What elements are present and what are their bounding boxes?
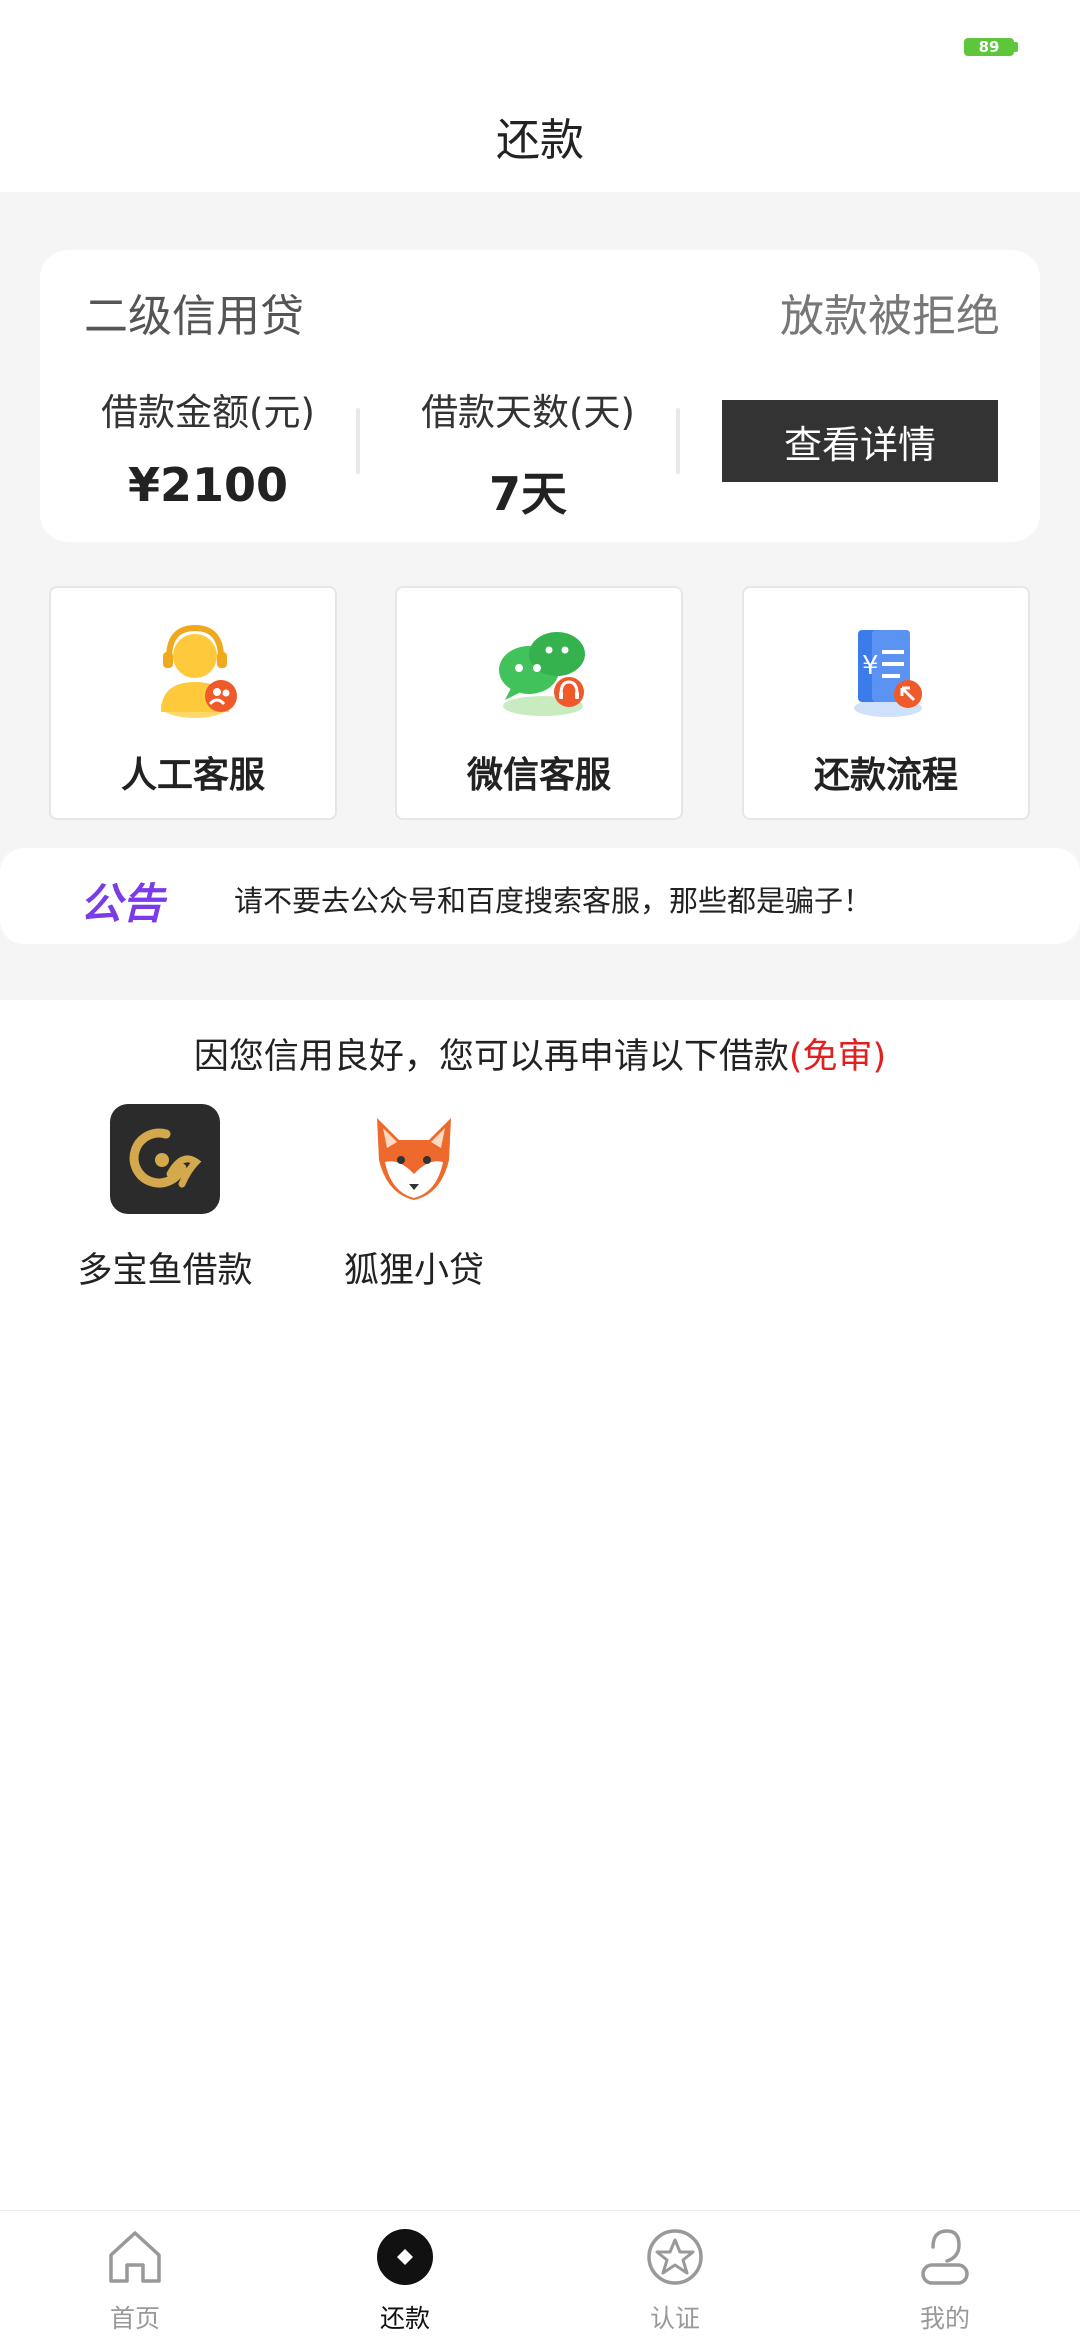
recommend-title-text: 因您信用良好，您可以再申请以下借款 [193, 1037, 789, 1077]
stat-divider [676, 408, 680, 474]
notice-badge: 公告 [80, 879, 165, 928]
notice-text: 请不要去公众号和百度搜索客服，那些都是骗子！ [234, 884, 873, 918]
battery-level: 89 [978, 38, 1000, 56]
service-tile-wechat-support[interactable]: 微信客服 [395, 586, 683, 820]
repayment-document-icon: ¥ [854, 630, 922, 717]
nav-item-home[interactable]: 首页 [0, 2211, 270, 2340]
view-details-button[interactable]: 查看详情 [722, 400, 998, 482]
loan-status: 放款被拒绝 [780, 291, 1000, 342]
service-tile-repayment-process[interactable]: ¥ 还款流程 [742, 586, 1030, 820]
loan-amount: 借款金额(元) ¥2100 [78, 382, 338, 512]
repay-icon [377, 2229, 433, 2285]
duobaoyu-logo-icon [110, 1104, 220, 1214]
service-label: 微信客服 [466, 755, 611, 796]
battery-icon: 89 [964, 38, 1014, 56]
nav-item-verify[interactable]: 认证 [540, 2211, 810, 2340]
recommend-title-highlight: (免审) [788, 1037, 887, 1077]
app-name: 狐狸小贷 [343, 1251, 484, 1291]
page-title: 还款 [496, 115, 584, 166]
loan-product-name: 二级信用贷 [84, 291, 304, 342]
nav-item-mine[interactable]: 我的 [810, 2211, 1080, 2340]
service-tile-human-support[interactable]: 人工客服 [49, 586, 337, 820]
nav-label: 首页 [109, 2304, 160, 2333]
loan-days: 借款天数(天) 7天 [398, 382, 658, 524]
wechat-icon [499, 632, 585, 716]
svg-text:¥: ¥ [862, 651, 879, 681]
badge-star-icon [647, 2229, 703, 2285]
loan-days-label: 借款天数(天) [421, 391, 635, 434]
bottom-nav: 首页 还款 认证 我的 [0, 2210, 1080, 2340]
fox-logo-icon [377, 1118, 451, 1200]
user-icon [921, 2229, 969, 2285]
battery-cap [1014, 42, 1018, 52]
recommend-app-duobaoyu[interactable]: 多宝鱼借款 [55, 1104, 275, 1293]
home-icon [109, 2231, 161, 2283]
app-name: 多宝鱼借款 [77, 1251, 253, 1291]
loan-amount-value: ¥2100 [127, 458, 289, 512]
nav-label: 我的 [919, 2304, 970, 2333]
nav-label: 还款 [379, 2304, 430, 2333]
agent-headset-icon [161, 624, 237, 718]
page-header: 还款 [0, 80, 1080, 192]
loan-card: 二级信用贷 放款被拒绝 借款金额(元) ¥2100 借款天数(天) 7天 查看详… [40, 250, 1040, 542]
loan-days-value: 7天 [488, 467, 567, 521]
service-label: 还款流程 [813, 755, 958, 796]
nav-label: 认证 [649, 2304, 700, 2333]
recommend-app-fox[interactable]: 狐狸小贷 [304, 1104, 524, 1293]
nav-item-repay[interactable]: 还款 [270, 2211, 540, 2340]
service-label: 人工客服 [120, 755, 265, 796]
notice-bar: 公告 请不要去公众号和百度搜索客服，那些都是骗子！ [0, 848, 1080, 944]
stat-divider [356, 408, 360, 474]
status-bar: 89 [0, 0, 1080, 80]
loan-amount-label: 借款金额(元) [101, 391, 315, 434]
recommend-title: 因您信用良好，您可以再申请以下借款(免审) [0, 1028, 1080, 1079]
